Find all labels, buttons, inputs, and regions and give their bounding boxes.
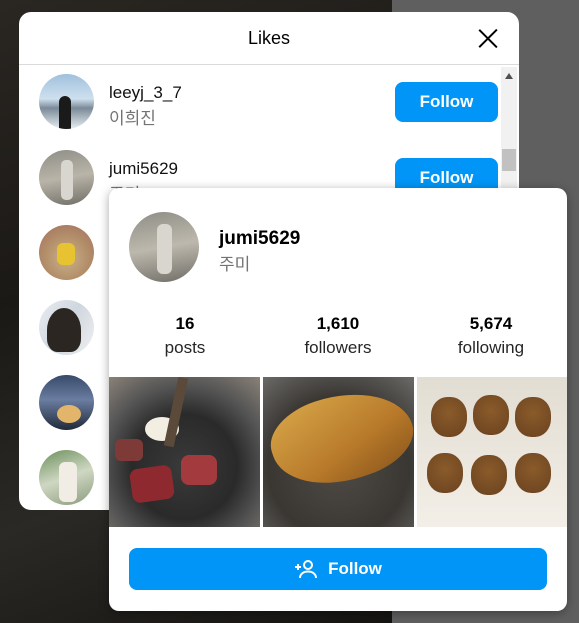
follow-button-label: Follow xyxy=(328,559,382,578)
close-icon[interactable] xyxy=(477,27,499,49)
stat-posts: 16 posts xyxy=(109,314,261,358)
stat-following[interactable]: 5,674 following xyxy=(415,314,567,358)
profile-fullname: 주미 xyxy=(219,255,251,274)
avatar[interactable] xyxy=(39,375,94,430)
avatar[interactable] xyxy=(129,212,199,282)
user-plus-icon xyxy=(295,560,318,579)
scroll-up-icon[interactable] xyxy=(505,73,513,79)
stat-label: posts xyxy=(164,338,206,357)
avatar[interactable] xyxy=(39,300,94,355)
stat-value: 5,674 xyxy=(469,314,513,333)
stat-followers[interactable]: 1,610 followers xyxy=(262,314,414,358)
likes-header: Likes xyxy=(19,12,519,65)
likes-title: Likes xyxy=(247,27,291,48)
stat-value: 1,610 xyxy=(316,314,360,333)
follow-button[interactable]: Follow xyxy=(395,82,498,122)
profile-username[interactable]: jumi5629 xyxy=(219,228,300,250)
post-thumbnail[interactable] xyxy=(109,377,260,527)
profile-hover-card: jumi5629 주미 16 posts 1,610 followers 5,6… xyxy=(109,188,567,611)
list-item-username[interactable]: jumi5629 xyxy=(109,159,178,179)
list-item-fullname: 이희진 xyxy=(109,109,156,128)
avatar[interactable] xyxy=(39,225,94,280)
post-thumbnail[interactable] xyxy=(263,377,414,527)
avatar[interactable] xyxy=(39,74,94,129)
scrollbar-thumb[interactable] xyxy=(502,149,516,171)
avatar[interactable] xyxy=(39,450,94,505)
stat-label: followers xyxy=(304,338,372,357)
stat-value: 16 xyxy=(175,314,195,333)
avatar[interactable] xyxy=(39,150,94,205)
stat-label: following xyxy=(457,338,525,357)
follow-button[interactable]: Follow xyxy=(129,548,547,590)
list-item[interactable]: leeyj_3_7 이희진 Follow xyxy=(39,74,499,130)
post-thumbnail[interactable] xyxy=(417,377,567,527)
list-item-username[interactable]: leeyj_3_7 xyxy=(109,83,182,103)
